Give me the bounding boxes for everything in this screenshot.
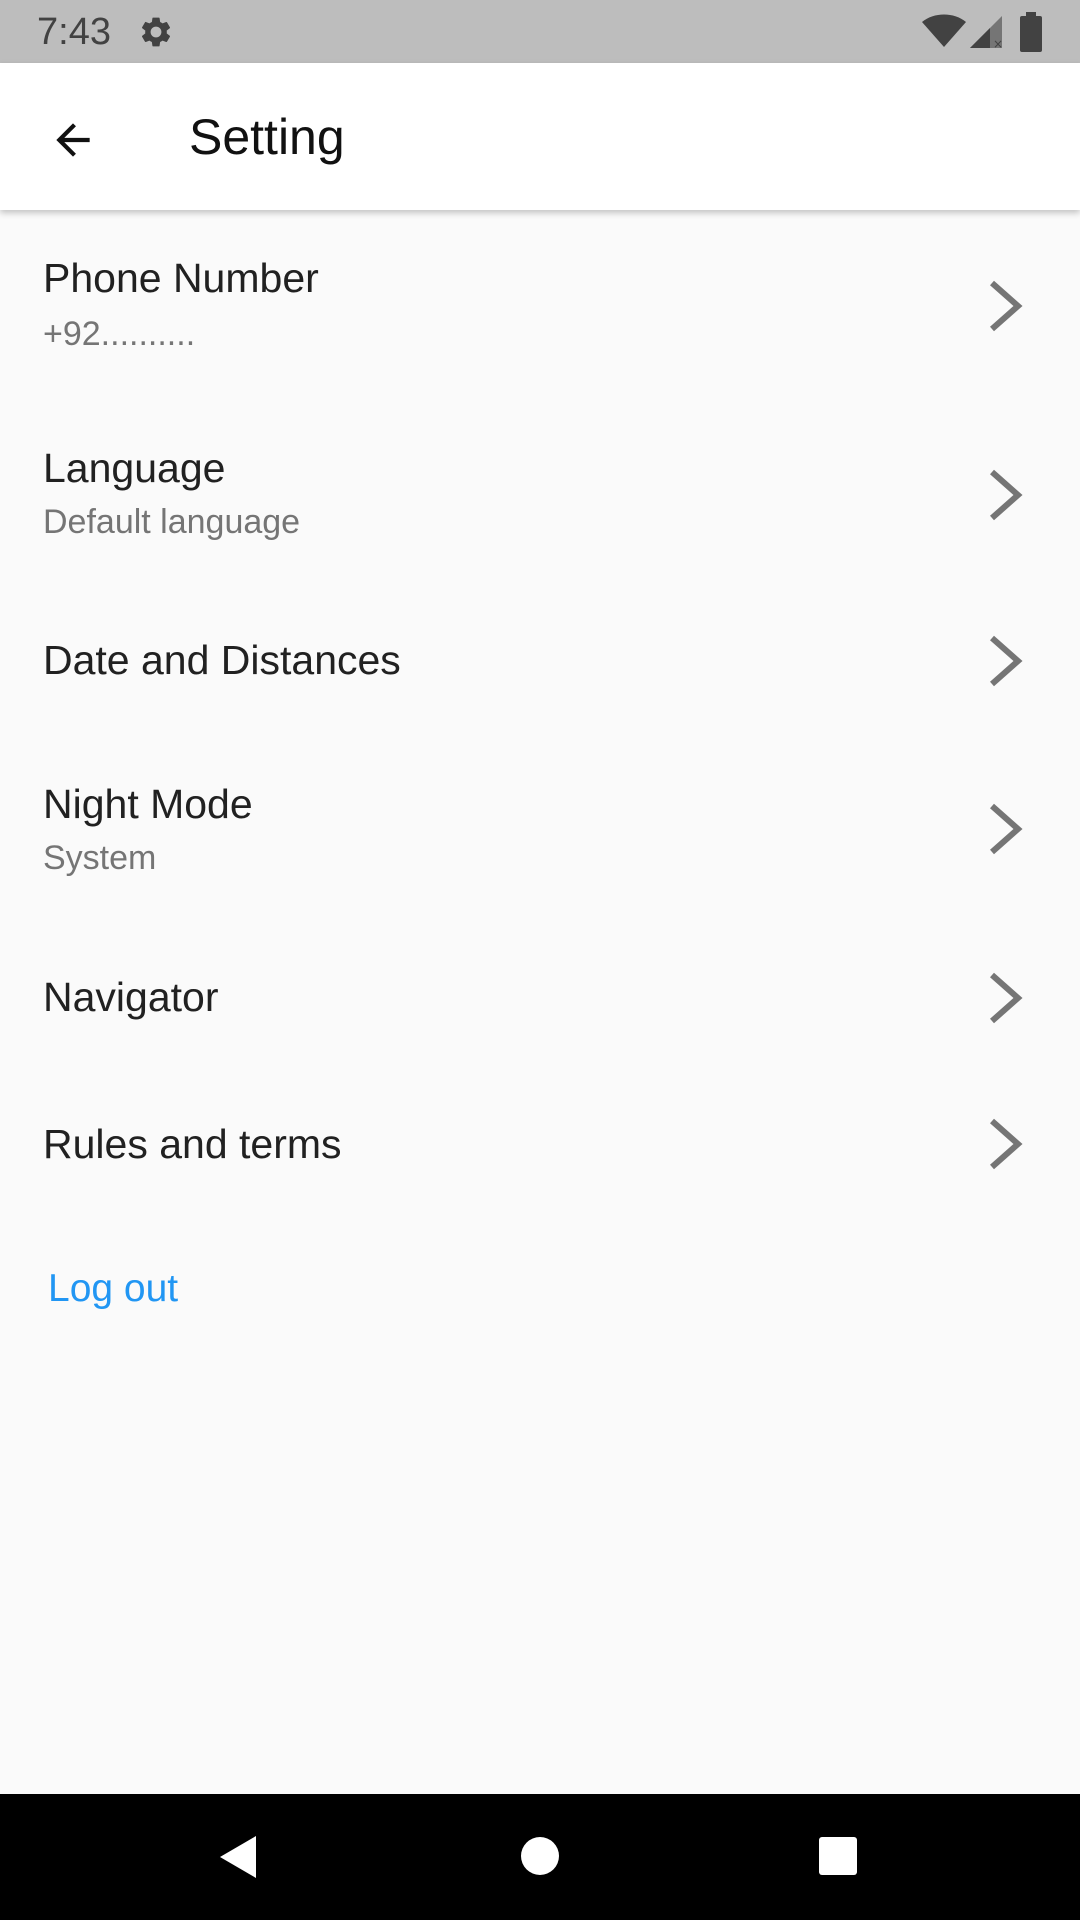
page-title: Setting [189, 109, 345, 165]
settings-item-title: Rules and terms [43, 1121, 342, 1167]
settings-item-phone-number[interactable]: Phone Number +92.......... [0, 210, 1080, 400]
settings-item-language[interactable]: Language Default language [0, 400, 1080, 590]
settings-item-title: Navigator [43, 974, 219, 1020]
chevron-right-icon [990, 1118, 1023, 1170]
app-bar: Setting [0, 63, 1080, 210]
settings-item-date-and-distances[interactable]: Date and Distances [0, 590, 1080, 740]
settings-item-subtitle: Default language [43, 503, 301, 541]
settings-icon [141, 17, 171, 47]
logout-link[interactable]: Log out [48, 1266, 178, 1312]
back-button[interactable] [38, 105, 108, 175]
chevron-right-icon [990, 280, 1023, 332]
settings-item-subtitle: System [43, 839, 157, 877]
settings-item-navigator[interactable]: Navigator [0, 930, 1080, 1075]
chevron-right-icon [990, 635, 1023, 687]
home-circle-icon[interactable] [520, 1836, 560, 1876]
battery-icon [1020, 12, 1042, 52]
chevron-right-icon [990, 972, 1023, 1024]
settings-item-title: Language [43, 445, 226, 491]
recents-square-icon[interactable] [818, 1836, 858, 1876]
settings-item-title: Night Mode [43, 781, 253, 827]
signal-icon: × [970, 16, 1003, 50]
system-nav-bar [0, 1794, 1080, 1920]
chevron-right-icon [990, 469, 1023, 521]
status-time: 7:43 [37, 11, 111, 53]
settings-item-subtitle: +92.......... [43, 315, 196, 353]
arrow-back-icon [56, 123, 90, 157]
settings-item-title: Date and Distances [43, 637, 401, 683]
back-triangle-icon[interactable] [218, 1834, 258, 1880]
settings-item-rules-and-terms[interactable]: Rules and terms [0, 1075, 1080, 1225]
svg-text:×: × [993, 37, 1003, 50]
status-bar: 7:43 × [0, 0, 1080, 63]
chevron-right-icon [990, 803, 1023, 855]
settings-item-title: Phone Number [43, 255, 319, 301]
settings-item-night-mode[interactable]: Night Mode System [0, 740, 1080, 930]
wifi-icon [922, 14, 966, 47]
